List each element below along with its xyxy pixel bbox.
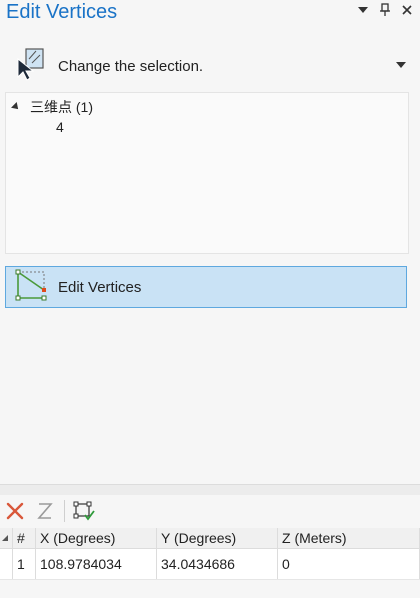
row-selector[interactable] [0, 548, 13, 580]
chevron-down-icon[interactable] [396, 62, 406, 68]
edit-vertices-label: Edit Vertices [58, 278, 142, 296]
splitter[interactable] [0, 484, 420, 495]
change-selection-label: Change the selection. [58, 57, 204, 75]
column-header-x[interactable]: X (Degrees) [35, 528, 157, 549]
tree-child-feature[interactable]: 4 [56, 119, 64, 135]
selection-tree: 三维点 (1) 4 [5, 92, 409, 254]
select-all-corner[interactable] [0, 528, 13, 549]
pin-icon[interactable] [378, 2, 392, 18]
cell-z[interactable]: 0 [277, 548, 420, 580]
change-selection-dropdown[interactable]: Change the selection. [14, 46, 408, 86]
delete-icon[interactable] [0, 496, 30, 526]
toolbar-separator [64, 500, 65, 522]
column-header-index[interactable]: # [12, 528, 36, 549]
column-header-z[interactable]: Z (Meters) [277, 528, 420, 549]
column-header-y[interactable]: Y (Degrees) [156, 528, 278, 549]
table-row[interactable]: 1 108.9784034 34.0434686 0 [0, 548, 420, 580]
cell-index[interactable]: 1 [12, 548, 36, 580]
cell-y[interactable]: 34.0434686 [156, 548, 278, 580]
vertex-check-icon[interactable] [69, 496, 99, 526]
pane-title: Edit Vertices [6, 1, 118, 23]
tree-node-label: 三维点 (1) [30, 99, 93, 115]
tree-node-layer[interactable]: 三维点 (1) [11, 97, 93, 117]
z-icon[interactable] [30, 496, 60, 526]
edit-vertices-button[interactable]: Edit Vertices [5, 266, 407, 308]
vertex-table: # X (Degrees) Y (Degrees) Z (Meters) 1 1… [0, 528, 420, 580]
expand-icon[interactable] [11, 102, 21, 112]
pane-controls [356, 2, 414, 18]
edit-vertices-icon [14, 268, 48, 307]
cell-x[interactable]: 108.9784034 [35, 548, 157, 580]
select-cursor-icon [14, 47, 46, 86]
close-icon[interactable] [400, 2, 414, 18]
menu-icon[interactable] [356, 2, 370, 18]
vertex-toolbar [0, 496, 420, 526]
